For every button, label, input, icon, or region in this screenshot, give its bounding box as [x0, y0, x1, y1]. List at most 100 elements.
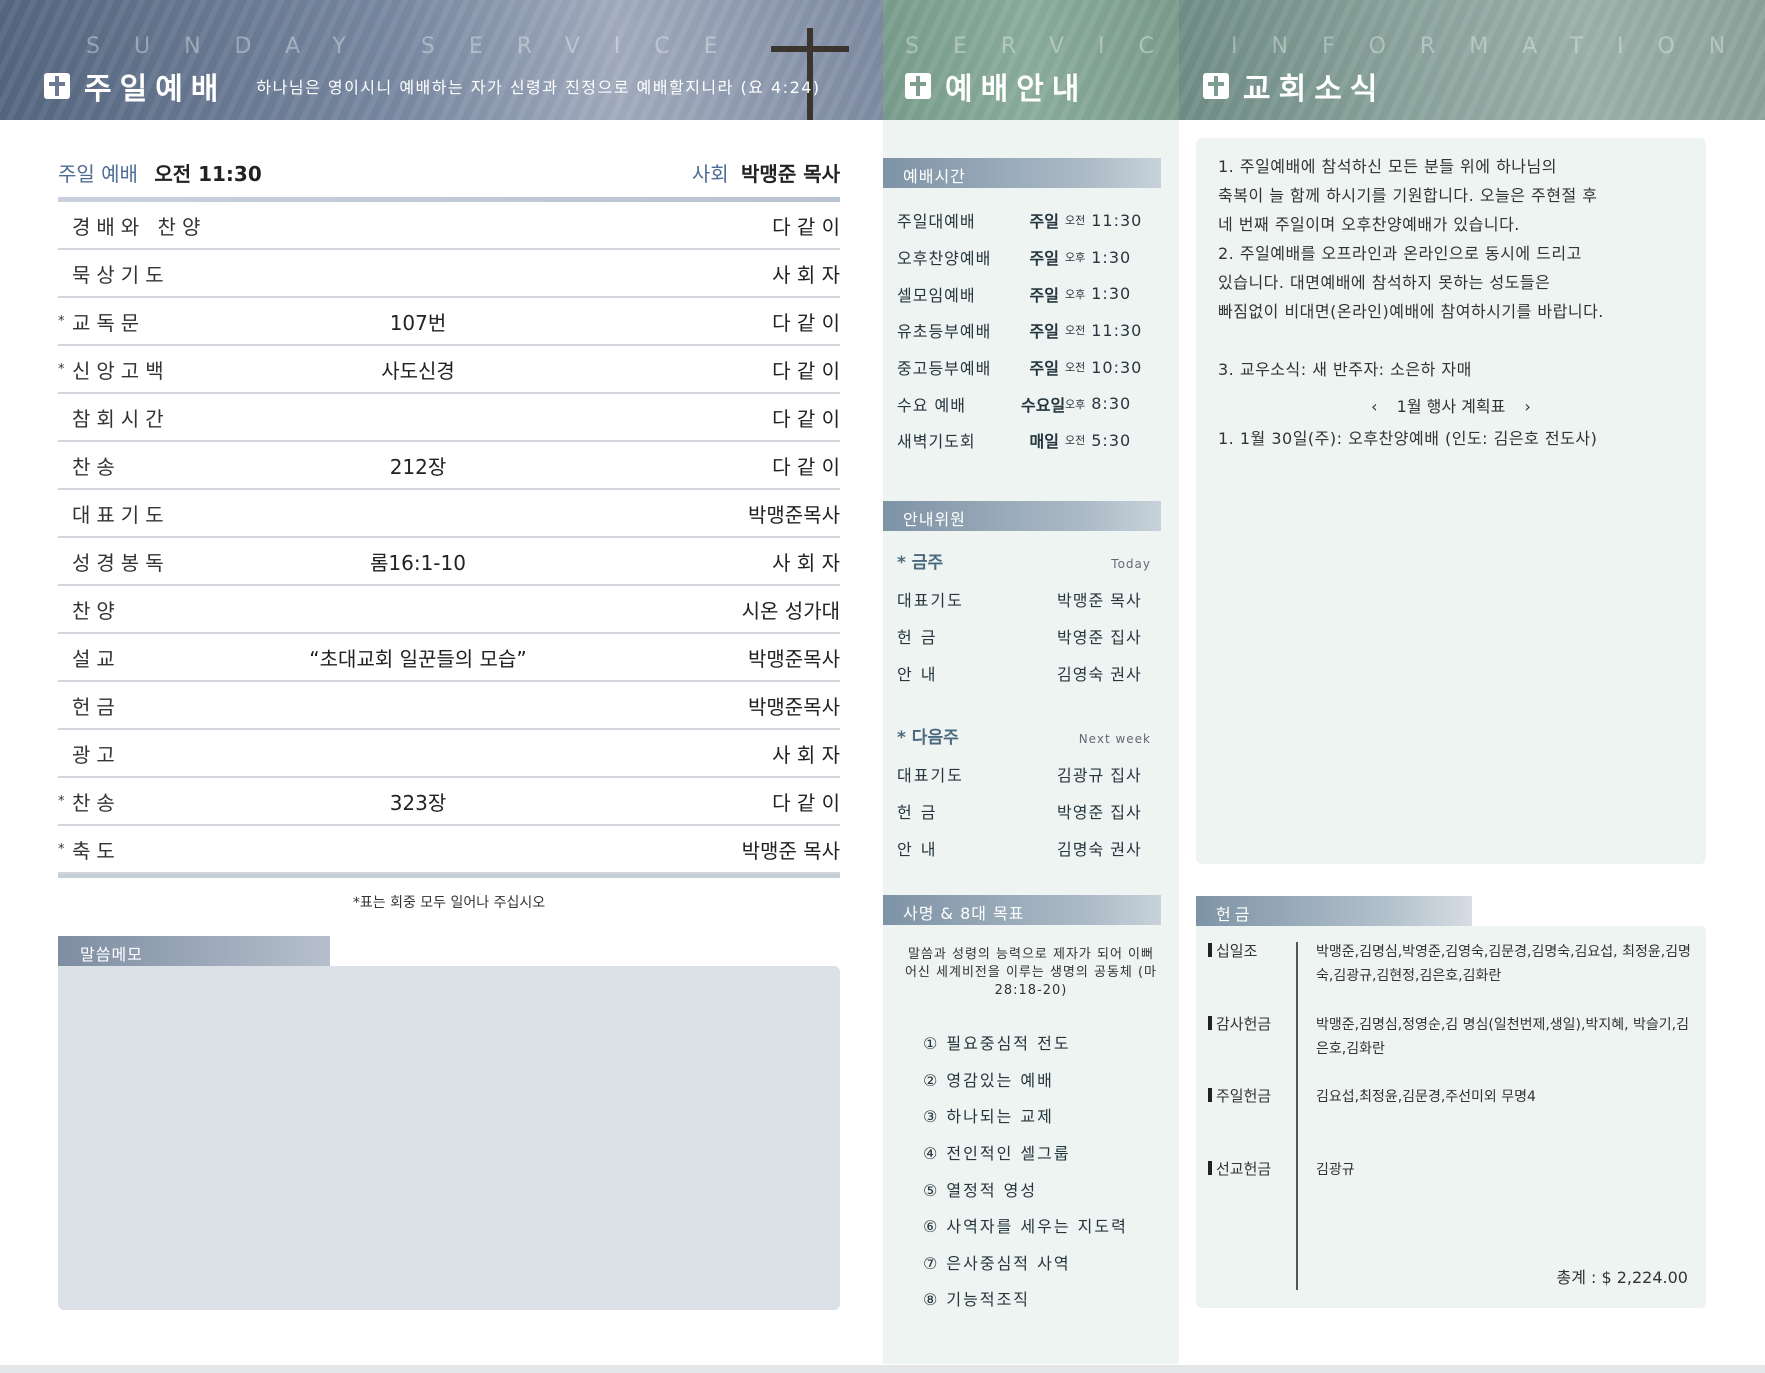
order-item-name: 대표기도	[72, 502, 170, 527]
cross-icon	[44, 73, 70, 99]
service-info-column: 예배시간 주일대예배 주일 오전 11:30 오후찬양예배 주일 오후 1:30 셀모임예배 주일…	[883, 120, 1179, 1364]
bottom-strip	[0, 1365, 1765, 1373]
standing-marker: *	[58, 794, 65, 809]
order-row: 경배와 찬양 다 같 이	[58, 202, 840, 250]
order-row: 광고 사 회 자	[58, 730, 840, 778]
order-item-leader: 사 회 자	[772, 550, 840, 575]
order-of-service: 주일 예배 오전 11:30 사회 박맹준 목사 경배와 찬양 다 같 이 묵상기도…	[58, 158, 840, 912]
order-row: * 교독문 107번 다 같 이	[58, 298, 840, 346]
order-row: * 축도 박맹준 목사	[58, 826, 840, 874]
offering-tab: 헌금	[1196, 896, 1472, 926]
order-item-content: 사도신경	[381, 358, 455, 383]
order-item-content: 107번	[389, 310, 447, 335]
banner-title-row: 주일예배 하나님은 영이시니 예배하는 자가 신령과 진정으로 예배할지니라 (…	[44, 64, 821, 108]
offering-names: 김광규	[1316, 1162, 1355, 1178]
service-time-row: 주일대예배 주일 오전 11:30	[897, 202, 1159, 239]
sermon-memo-tab: 말씀메모	[58, 936, 330, 966]
service-ampm: 오전	[1065, 434, 1086, 448]
standing-marker: *	[58, 842, 65, 857]
order-item-leader: 박맹준목사	[748, 646, 840, 671]
order-row: 헌금 박맹준목사	[58, 682, 840, 730]
order-header: 주일 예배 오전 11:30 사회 박맹준 목사	[58, 158, 840, 197]
order-row: * 찬송 323장 다 같 이	[58, 778, 840, 826]
order-item-leader: 박맹준목사	[748, 502, 840, 527]
service-day: 매일	[1029, 432, 1059, 452]
duty-row: 대표기도 박맹준 목사	[897, 580, 1151, 617]
service-time-row: 수요 예배 수요일 오후 8:30	[897, 385, 1159, 422]
order-item-name: 찬송	[72, 454, 121, 479]
service-name: 수요 예배	[897, 395, 966, 415]
duty-person: 김명숙 권사	[1057, 839, 1142, 859]
header-banner-service-info: SERVICE 예배안내	[883, 0, 1179, 120]
service-clock: 8:30	[1091, 394, 1132, 414]
offering-box: 총계 : $ 2,224.00 십일조 박맹준,김명심,박영준,김영숙,김문경,김…	[1196, 926, 1706, 1308]
service-ampm: 오후	[1065, 287, 1086, 301]
order-item-content: “초대교회 일꾼들의 모습”	[309, 646, 527, 671]
this-week-heading-row: * 금주 Today	[897, 548, 1151, 580]
events-title: 1월 행사 계획표	[1396, 397, 1506, 416]
section-title-sunday-service: 주일예배	[84, 72, 227, 107]
order-item-name: 성경봉독	[72, 550, 170, 575]
order-item-leader: 박맹준목사	[748, 694, 840, 719]
service-time-row: 중고등부예배 주일 오전 10:30	[897, 349, 1159, 386]
service-times-list: 주일대예배 주일 오전 11:30 오후찬양예배 주일 오후 1:30 셀모임예배 주일 오후 1:3…	[897, 202, 1159, 459]
duty-person: 박맹준 목사	[1057, 590, 1142, 610]
header-verse: 하나님은 영이시니 예배하는 자가 신령과 진정으로 예배할지니라 (요 4:2…	[256, 78, 821, 97]
order-item-content: 323장	[389, 790, 447, 815]
duty-person: 박영준 집사	[1057, 802, 1142, 822]
standing-marker: *	[58, 362, 65, 377]
order-item-leader: 다 같 이	[772, 406, 840, 431]
service-clock: 11:30	[1091, 210, 1143, 230]
news-line: 2. 주일예배를 오프라인과 온라인으로 동시에 드리고	[1218, 244, 1582, 263]
order-item-leader: 사 회 자	[772, 262, 840, 287]
order-item-leader: 박맹준 목사	[741, 838, 840, 863]
news-lines: 1. 주일예배에 참석하신 모든 분들 위에 하나님의 축복이 늘 함께 하시기를…	[1218, 152, 1684, 326]
chevron-right-icon[interactable]: ›	[1524, 390, 1530, 424]
service-ampm: 오후	[1065, 397, 1086, 411]
order-item-name: 설교	[72, 646, 121, 671]
offering-divider-line	[1296, 942, 1298, 1290]
goal-item: ⑦ 은사중심적 사역	[923, 1253, 1071, 1273]
ushers-tab: 안내위원	[883, 501, 1161, 531]
order-item-leader: 다 같 이	[772, 790, 840, 815]
eight-goals-list: ① 필요중심적 전도 ② 영감있는 예배 ③ 하나되는 교제 ④ 전인적인 셀그룹 ⑤ …	[923, 1024, 1128, 1317]
chevron-left-icon[interactable]: ‹	[1371, 390, 1377, 424]
next-week-heading: * 다음주	[897, 728, 959, 748]
news-line: 네 번째 주일이며 오후찬양예배가 있습니다.	[1218, 215, 1520, 234]
host-group: 사회 박맹준 목사	[692, 158, 840, 187]
order-item-name: 경배와 찬양	[72, 214, 207, 239]
cross-icon	[905, 73, 931, 99]
duty-row: 안 내 김영숙 권사	[897, 654, 1151, 691]
this-week-sub: Today	[1111, 557, 1151, 571]
duty-person: 박영준 집사	[1057, 627, 1142, 647]
this-week-duties: * 금주 Today 대표기도 박맹준 목사 헌 금 박영준 집사 안 내 김영숙 권사	[897, 548, 1151, 691]
order-row: 찬양 시온 성가대	[58, 586, 840, 634]
standing-note: *표는 회중 모두 일어나 주십시오	[352, 895, 546, 911]
goal-item: ⑤ 열정적 영성	[923, 1180, 1038, 1200]
news-gap	[1218, 326, 1684, 355]
service-ampm: 오후	[1065, 251, 1086, 265]
service-clock: 11:30	[1091, 320, 1143, 340]
service-day: 주일	[1029, 249, 1059, 269]
order-item-name: 헌금	[72, 694, 121, 719]
service-ampm: 오전	[1065, 361, 1086, 375]
goal-item: ① 필요중심적 전도	[923, 1034, 1071, 1054]
banner-spaced-text: INFORMATION	[1231, 34, 1760, 59]
standing-marker: *	[58, 314, 65, 329]
events-list: 1. 1월 30일(주): 오후찬양예배 (인도: 김은호 전도사)	[1218, 424, 1684, 453]
service-clock: 1:30	[1091, 284, 1132, 304]
order-item-leader: 다 같 이	[772, 358, 840, 383]
offering-total: 총계 : $ 2,224.00	[1556, 1268, 1688, 1287]
duty-row: 안 내 김명숙 권사	[897, 829, 1151, 866]
order-item-leader: 다 같 이	[772, 310, 840, 335]
banner-title-row: 예배안내	[905, 64, 1087, 108]
offering-category: 십일조	[1208, 940, 1257, 961]
service-time-row: 새벽기도회 매일 오전 5:30	[897, 422, 1159, 459]
order-row: 대표기도 박맹준목사	[58, 490, 840, 538]
goal-item: ⑥ 사역자를 세우는 지도력	[923, 1217, 1128, 1237]
offering-category: 주일헌금	[1208, 1085, 1271, 1106]
events-title-row: ‹ 1월 행사 계획표 ›	[1218, 390, 1684, 424]
service-day: 주일	[1029, 359, 1059, 379]
sermon-memo-area[interactable]	[58, 966, 840, 1310]
section-title-service-info: 예배안내	[945, 72, 1088, 107]
